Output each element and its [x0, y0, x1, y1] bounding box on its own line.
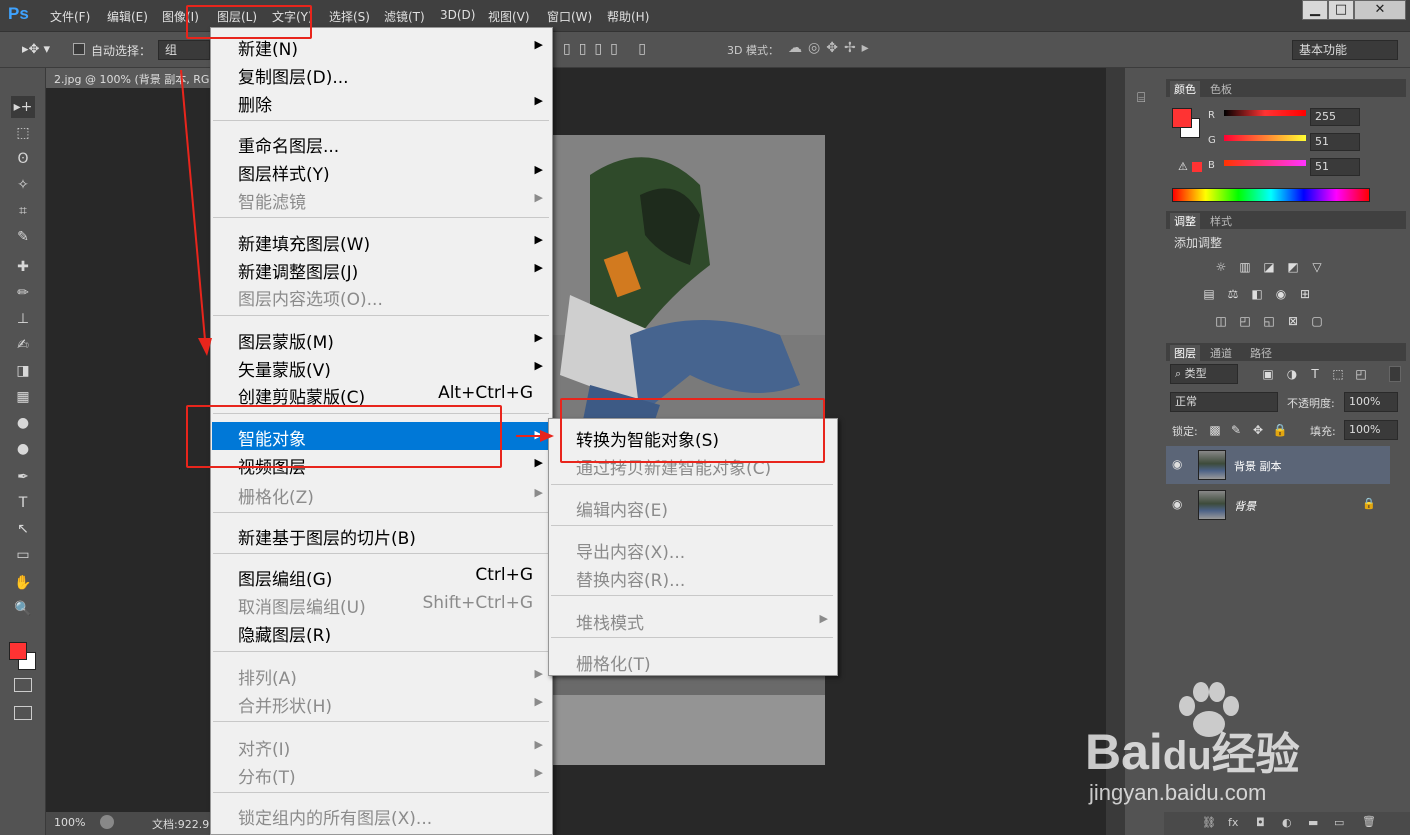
watermark-brand-left: Bai: [1085, 724, 1163, 780]
annotation-arrowhead-down: [198, 338, 212, 356]
annotation-arrowhead-right: [540, 430, 554, 442]
baidu-watermark: Baidu经验 jingyan.baidu.com: [1085, 680, 1410, 810]
annotation-arrow-down: [180, 69, 206, 341]
watermark-brand-cn: 经验: [1211, 730, 1300, 779]
watermark-url: jingyan.baidu.com: [1089, 780, 1267, 805]
watermark-brand-mid: du: [1162, 734, 1212, 778]
